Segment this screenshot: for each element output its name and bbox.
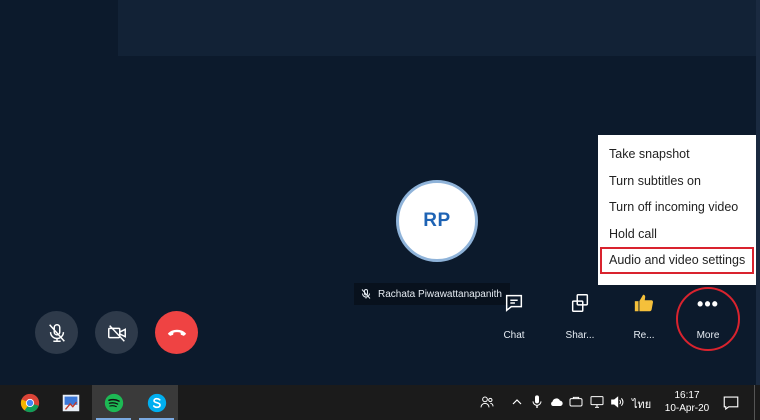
taskbar-chrome[interactable] <box>8 385 51 420</box>
muted-mic-icon <box>361 289 371 299</box>
tray-volume[interactable] <box>608 393 626 411</box>
chat-button[interactable]: Chat <box>486 290 542 341</box>
chat-icon <box>505 294 523 312</box>
avatar-initials: RP <box>423 210 451 231</box>
taskbar-spotify[interactable] <box>92 385 135 420</box>
spotify-icon <box>104 393 123 412</box>
share-label: Shar... <box>565 330 595 341</box>
react-button[interactable]: Re... <box>616 290 672 341</box>
more-options-menu: Take snapshot Turn subtitles on Turn off… <box>598 135 756 285</box>
tray-people[interactable] <box>478 393 496 411</box>
menu-item-turn-off-incoming-video[interactable]: Turn off incoming video <box>598 194 756 221</box>
action-center-button[interactable] <box>722 394 740 412</box>
microphone-icon <box>532 395 542 408</box>
chrome-icon <box>20 393 39 412</box>
mic-off-icon <box>48 323 65 342</box>
thumbs-up-icon <box>634 294 654 312</box>
end-call-button[interactable] <box>155 311 198 354</box>
participant-name: Rachata Piwawattanapanith <box>378 288 502 300</box>
window-edge <box>756 0 760 385</box>
network-icon <box>590 396 604 408</box>
system-clock[interactable]: 16:17 10-Apr-20 <box>660 389 714 415</box>
chat-label: Chat <box>503 330 525 341</box>
cloud-icon <box>551 398 563 406</box>
video-strip <box>118 0 760 56</box>
menu-item-turn-subtitles-on[interactable]: Turn subtitles on <box>598 168 756 195</box>
menu-item-audio-video-settings[interactable]: Audio and video settings <box>600 247 754 274</box>
show-desktop-button[interactable] <box>754 385 755 420</box>
video-button[interactable] <box>95 311 138 354</box>
share-screen-icon <box>571 294 589 312</box>
tray-app[interactable] <box>567 393 585 411</box>
notification-icon <box>723 396 739 411</box>
tray-overflow[interactable] <box>508 393 526 411</box>
people-icon <box>480 396 494 408</box>
app-tray-icon <box>569 396 583 407</box>
volume-icon <box>611 396 624 408</box>
call-stage: RP Rachata Piwawattanapanith Chat Shar..… <box>0 0 760 385</box>
windows-taskbar: ไทย 16:17 10-Apr-20 <box>0 385 760 420</box>
participant-avatar: RP <box>396 180 478 262</box>
clock-time: 16:17 <box>674 390 700 401</box>
paint-icon <box>62 394 79 411</box>
tray-microphone[interactable] <box>528 393 546 411</box>
clock-date: 10-Apr-20 <box>664 403 710 414</box>
camera-off-icon <box>107 324 126 342</box>
chevron-up-icon <box>512 399 522 405</box>
share-button[interactable]: Shar... <box>552 290 608 341</box>
tray-network[interactable] <box>588 393 606 411</box>
more-label: More <box>696 330 720 341</box>
menu-item-hold-call[interactable]: Hold call <box>598 221 756 248</box>
taskbar-paint[interactable] <box>49 385 92 420</box>
mute-button[interactable] <box>35 311 78 354</box>
react-label: Re... <box>633 330 655 341</box>
taskbar-skype[interactable] <box>135 385 178 420</box>
more-button[interactable]: ••• More <box>680 290 736 341</box>
menu-item-take-snapshot[interactable]: Take snapshot <box>598 141 756 168</box>
skype-icon <box>147 393 166 412</box>
tray-onedrive[interactable] <box>547 393 565 411</box>
more-dots-icon: ••• <box>697 294 719 314</box>
hang-up-icon <box>167 329 186 336</box>
input-language[interactable]: ไทย <box>632 395 651 413</box>
